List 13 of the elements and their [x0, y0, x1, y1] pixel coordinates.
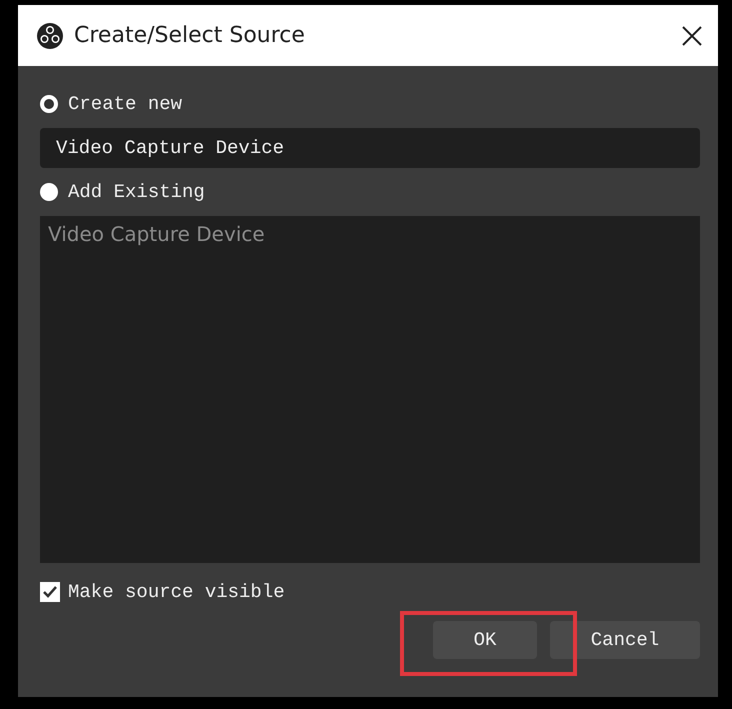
radio-label[interactable]: Add Existing [68, 181, 205, 203]
checkbox[interactable] [40, 582, 60, 602]
ok-button[interactable]: OK [433, 621, 537, 659]
app-logo-icon [36, 22, 64, 50]
radio-button[interactable] [40, 95, 58, 113]
radio-button[interactable] [40, 183, 58, 201]
list-item[interactable]: Video Capture Device [48, 222, 265, 246]
window-title: Create/Select Source [74, 23, 306, 48]
close-icon[interactable] [680, 24, 704, 48]
checkbox-label[interactable]: Make source visible [68, 581, 285, 603]
cancel-button[interactable]: Cancel [550, 621, 700, 659]
name-field[interactable]: Video Capture Device [40, 128, 700, 168]
radio-label[interactable]: Create new [68, 93, 182, 115]
